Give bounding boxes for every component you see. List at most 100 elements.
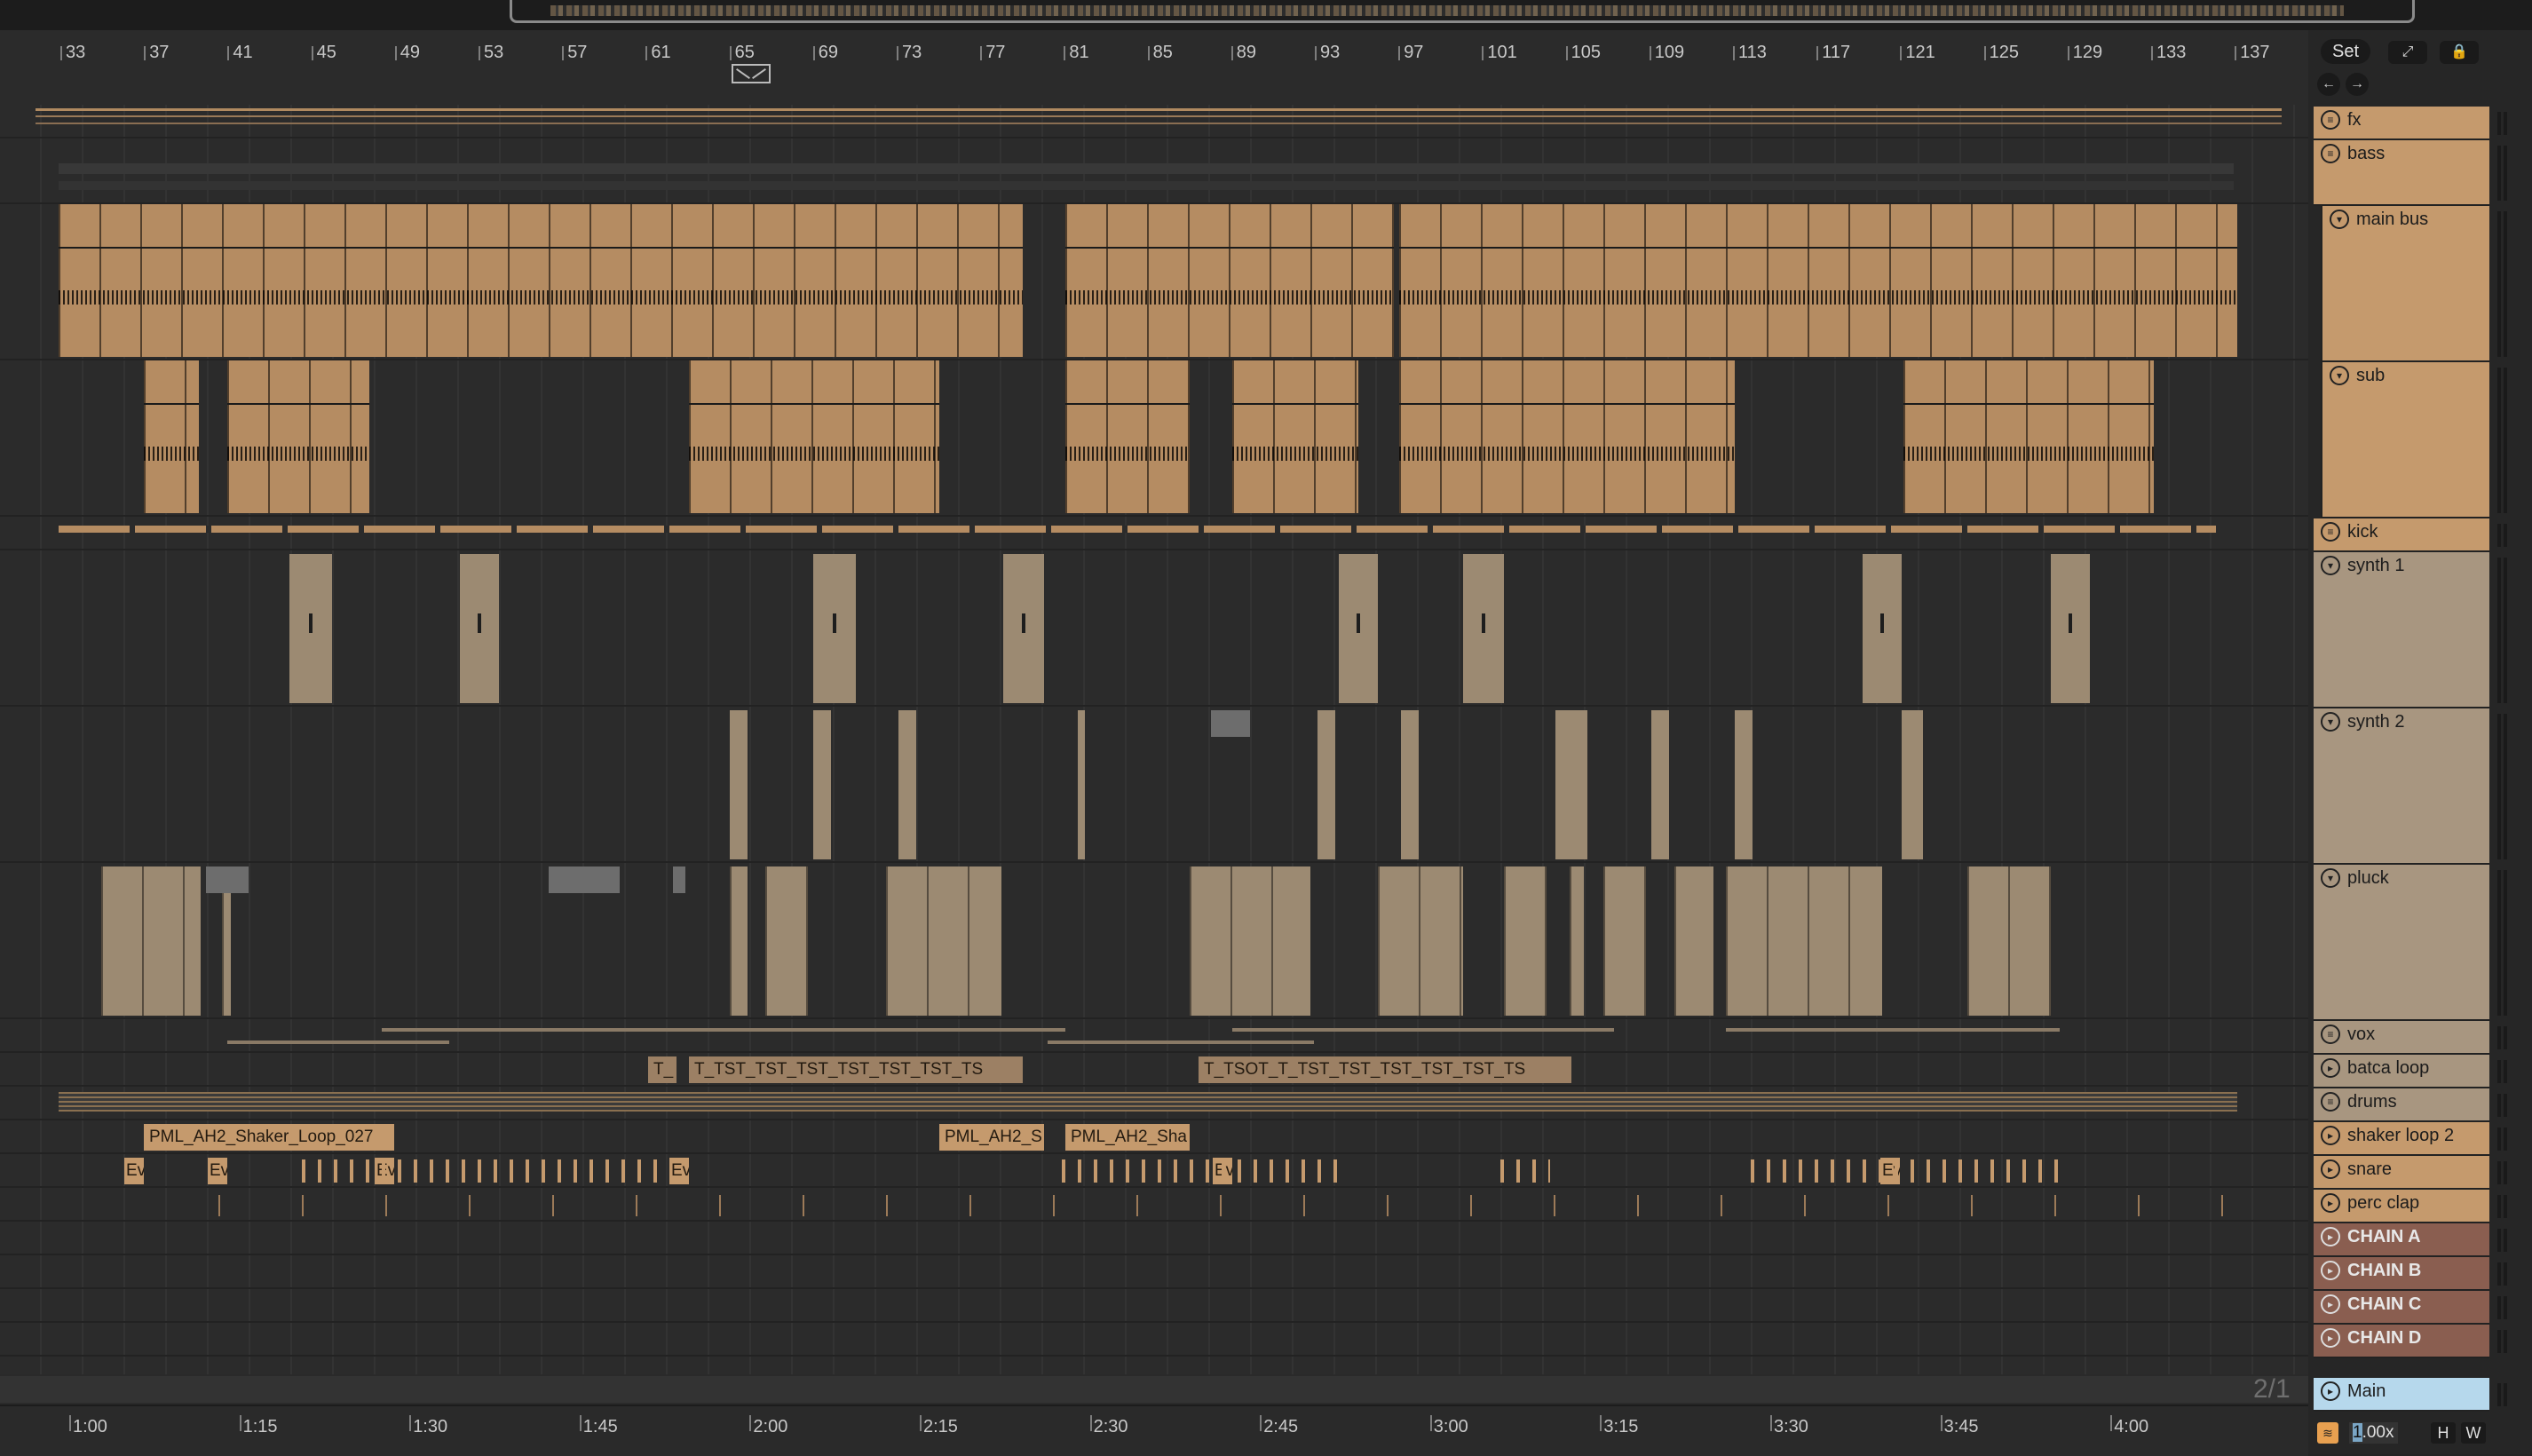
lane-snare[interactable]: Ev Ev Ev Ev Ev Ev bbox=[0, 1154, 2308, 1188]
synth-1-clip[interactable] bbox=[1863, 554, 1902, 703]
tempo-multiplier[interactable]: 1.00x bbox=[2349, 1422, 2398, 1444]
track-header-drums[interactable]: ≡ drums bbox=[2314, 1088, 2489, 1122]
synth-2-clip[interactable] bbox=[1555, 710, 1587, 859]
lane-sub[interactable] bbox=[0, 360, 2308, 517]
pluck-clip[interactable] bbox=[673, 866, 685, 893]
play-icon[interactable]: ▸ bbox=[2321, 1328, 2340, 1348]
vox-clip[interactable] bbox=[382, 1028, 1065, 1032]
group-icon[interactable]: ≡ bbox=[2321, 144, 2340, 163]
time-ruler[interactable]: 1:00 1:15 1:30 1:45 2:00 2:15 2:30 2:45 3:00 3:15… bbox=[0, 1405, 2308, 1456]
batca-clip[interactable]: T_ bbox=[648, 1056, 677, 1083]
snare-clip[interactable]: Ev bbox=[669, 1158, 689, 1184]
track-header-chain-a[interactable]: ▸ CHAIN A bbox=[2314, 1223, 2489, 1257]
track-header-main-bus[interactable]: ▾ main bus bbox=[2321, 206, 2489, 362]
synth-2-clip[interactable] bbox=[813, 710, 831, 859]
track-header-perc-clap[interactable]: ▸ perc clap bbox=[2314, 1190, 2489, 1223]
synth-1-clip[interactable] bbox=[289, 554, 332, 703]
sub-clip[interactable] bbox=[689, 360, 939, 513]
pluck-clip[interactable] bbox=[101, 866, 201, 1016]
lane-pluck[interactable] bbox=[0, 863, 2308, 1019]
pluck-clip[interactable] bbox=[1504, 866, 1547, 1016]
track-header-bass[interactable]: ≡ bass bbox=[2314, 140, 2489, 206]
lane-synth-1[interactable] bbox=[0, 550, 2308, 707]
pluck-clip[interactable] bbox=[222, 893, 231, 1016]
lane-bass[interactable] bbox=[0, 138, 2308, 204]
synth-2-clip[interactable] bbox=[1078, 710, 1085, 859]
sub-clip[interactable] bbox=[227, 360, 369, 513]
synth-2-clip[interactable] bbox=[1651, 710, 1669, 859]
track-header-chain-d[interactable]: ▸ CHAIN D bbox=[2314, 1325, 2489, 1358]
waveform-icon[interactable]: ≋ bbox=[2317, 1422, 2338, 1444]
lane-shaker-loop-2[interactable]: PML_AH2_Shaker_Loop_027 PML_AH2_S PML_AH… bbox=[0, 1120, 2308, 1154]
set-button[interactable]: Set bbox=[2321, 39, 2370, 64]
batca-clip[interactable]: T_TST_TST_TST_TST_TST_TST_TS bbox=[689, 1056, 1023, 1083]
track-header-synth-2[interactable]: ▾ synth 2 bbox=[2314, 708, 2489, 865]
track-header-batca-loop[interactable]: ▸ batca loop bbox=[2314, 1055, 2489, 1088]
lane-main-bus[interactable] bbox=[0, 204, 2308, 360]
play-icon[interactable]: ▸ bbox=[2321, 1193, 2340, 1213]
play-icon[interactable]: ▸ bbox=[2321, 1058, 2340, 1078]
lane-perc-clap[interactable] bbox=[0, 1188, 2308, 1222]
track-header-main[interactable]: ▸ Main bbox=[2314, 1378, 2489, 1412]
collapse-icon[interactable]: ▾ bbox=[2321, 556, 2340, 575]
vox-clip[interactable] bbox=[1048, 1041, 1314, 1044]
lane-fx[interactable] bbox=[0, 105, 2308, 138]
collapse-icon[interactable]: ▾ bbox=[2321, 712, 2340, 732]
play-icon[interactable]: ▸ bbox=[2321, 1261, 2340, 1280]
pluck-clip[interactable] bbox=[1967, 866, 2051, 1016]
play-icon[interactable]: ▸ bbox=[2321, 1159, 2340, 1179]
lane-chain-d[interactable] bbox=[0, 1323, 2308, 1357]
main-bus-clip[interactable] bbox=[1399, 204, 2237, 357]
w-button[interactable]: W bbox=[2461, 1422, 2486, 1444]
arrangement-view[interactable]: T_ T_TST_TST_TST_TST_TST_TST_TS T_TSOT_T… bbox=[0, 105, 2308, 1374]
pluck-clip[interactable] bbox=[1603, 866, 1646, 1016]
track-header-synth-1[interactable]: ▾ synth 1 bbox=[2314, 552, 2489, 708]
pluck-clip[interactable] bbox=[1726, 866, 1882, 1016]
shaker-clip[interactable]: PML_AH2_S bbox=[939, 1124, 1044, 1151]
synth-2-clip[interactable] bbox=[1211, 710, 1250, 737]
track-header-kick[interactable]: ≡ kick bbox=[2314, 518, 2489, 552]
synth-2-clip[interactable] bbox=[1735, 710, 1753, 859]
play-icon[interactable]: ▸ bbox=[2321, 1126, 2340, 1145]
lane-vox[interactable] bbox=[0, 1019, 2308, 1053]
pluck-clip[interactable] bbox=[765, 866, 808, 1016]
vox-clip[interactable] bbox=[1726, 1028, 2060, 1032]
pluck-clip[interactable] bbox=[1570, 866, 1584, 1016]
main-bus-clip[interactable] bbox=[1065, 204, 1394, 357]
overview-visible-range[interactable] bbox=[510, 0, 2415, 23]
arrow-left-icon[interactable]: ← bbox=[2317, 73, 2340, 96]
vox-clip[interactable] bbox=[1232, 1028, 1614, 1032]
kick-clips[interactable] bbox=[59, 526, 2216, 533]
lock-icon[interactable]: 🔒 bbox=[2440, 41, 2479, 64]
sub-clip[interactable] bbox=[144, 360, 199, 513]
lane-chain-c[interactable] bbox=[0, 1289, 2308, 1323]
track-header-fx[interactable]: ≡ fx bbox=[2314, 107, 2489, 140]
track-header-pluck[interactable]: ▾ pluck bbox=[2314, 865, 2489, 1021]
lane-chain-b[interactable] bbox=[0, 1255, 2308, 1289]
lane-drums[interactable] bbox=[0, 1087, 2308, 1120]
pluck-clip[interactable] bbox=[206, 866, 249, 893]
synth-1-clip[interactable] bbox=[1463, 554, 1504, 703]
track-header-shaker-loop-2[interactable]: ▸ shaker loop 2 bbox=[2314, 1122, 2489, 1156]
synth-2-clip[interactable] bbox=[1401, 710, 1419, 859]
synth-1-clip[interactable] bbox=[2051, 554, 2090, 703]
synth-2-clip[interactable] bbox=[1902, 710, 1923, 859]
main-bus-clip[interactable] bbox=[59, 204, 1023, 357]
synth-1-clip[interactable] bbox=[1339, 554, 1378, 703]
pluck-clip[interactable] bbox=[1190, 866, 1310, 1016]
synth-2-clip[interactable] bbox=[730, 710, 748, 859]
pluck-clip[interactable] bbox=[886, 866, 1001, 1016]
sub-clip[interactable] bbox=[1065, 360, 1190, 513]
sub-clip[interactable] bbox=[1399, 360, 1735, 513]
track-header-vox[interactable]: ≡ vox bbox=[2314, 1021, 2489, 1055]
collapse-icon[interactable]: ▾ bbox=[2321, 868, 2340, 888]
pluck-clip[interactable] bbox=[549, 866, 620, 893]
lane-kick[interactable] bbox=[0, 517, 2308, 550]
synth-1-clip[interactable] bbox=[813, 554, 856, 703]
synth-1-clip[interactable] bbox=[1003, 554, 1044, 703]
pluck-clip[interactable] bbox=[1674, 866, 1713, 1016]
play-icon[interactable]: ▸ bbox=[2321, 1227, 2340, 1246]
lane-batca-loop[interactable]: T_ T_TST_TST_TST_TST_TST_TST_TS T_TSOT_T… bbox=[0, 1053, 2308, 1087]
track-header-chain-b[interactable]: ▸ CHAIN B bbox=[2314, 1257, 2489, 1291]
play-icon[interactable]: ▸ bbox=[2321, 1294, 2340, 1314]
